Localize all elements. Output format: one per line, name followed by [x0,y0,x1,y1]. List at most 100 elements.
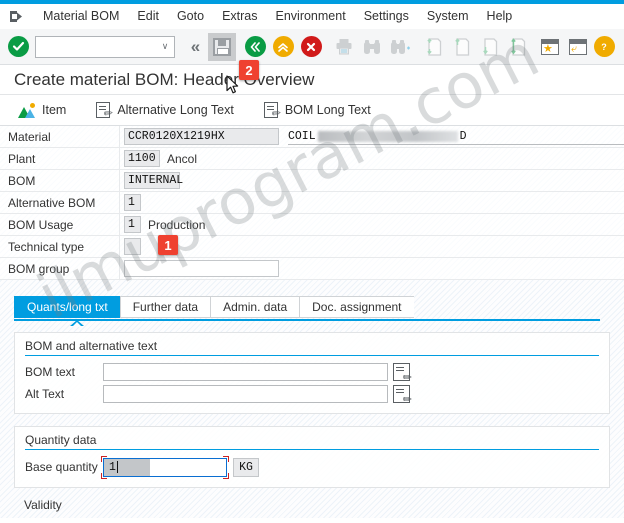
customize-layout-button[interactable]: ⤶ [564,33,592,61]
focus-corner-top-right [223,455,229,462]
bom-label: BOM [0,170,120,191]
alternative-long-text-button[interactable]: ✏ Alternative Long Text [96,102,234,121]
technical-type-input[interactable] [124,238,141,255]
double-chevron-left-glyph [250,41,260,52]
create-shortcut-icon: ★ [541,38,559,55]
form-row-bom: BOM INTERNAL [0,170,624,192]
next-page-icon [482,37,497,56]
alt-text-editor-icon[interactable]: ✏ [393,385,412,406]
find-button[interactable] [358,33,386,61]
base-quantity-field[interactable]: 1 [101,455,229,479]
cancel-button[interactable] [297,33,325,61]
tab-admin-data[interactable]: Admin. data [210,296,300,318]
star-glyph: ★ [543,42,553,55]
bom-alternative-text-group: BOM and alternative text BOM text ✏ Alt … [25,339,599,406]
create-shortcut-button[interactable]: ★ [536,33,564,61]
bom-long-text-button[interactable]: ✏ BOM Long Text [263,102,371,121]
technical-type-label: Technical type [0,236,120,257]
focus-corner-bottom-right [223,472,229,479]
sap-gui-window: Material BOM Edit Goto Extras Environmen… [0,0,624,523]
binoculars-plus-icon [391,39,410,54]
enter-button[interactable] [4,33,32,61]
tab-active-pointer [70,320,84,327]
focus-corner-bottom-left [101,472,107,479]
tab-active-underline [14,319,600,321]
bom-text-row: BOM text ✏ [25,361,599,384]
bom-group-label: BOM group [0,258,120,279]
arrow-glyph: ⤶ [571,42,578,55]
base-quantity-unit[interactable]: KG [233,457,259,477]
last-page-icon [510,37,525,56]
annotation-badge-2: 2 [239,60,259,80]
bom-text-editor-icon[interactable]: ✏ [393,363,412,384]
redacted-description-block [317,130,458,142]
menu-material-bom[interactable]: Material BOM [34,7,128,25]
back-button[interactable] [241,33,269,61]
menu-edit[interactable]: Edit [128,7,168,25]
bom-usage-description: Production [148,217,206,232]
item-button-label: Item [42,103,67,117]
previous-page-button[interactable] [447,33,475,61]
tab-further-data[interactable]: Further data [119,296,211,318]
base-quantity-value: 1 [109,460,116,474]
bom-alternative-text-title: BOM and alternative text [25,339,599,356]
form-row-material: Material CCR0120X1219HX COIL D [0,126,624,148]
first-page-button[interactable] [419,33,447,61]
double-chevron-up-glyph [278,42,288,52]
svg-text:?: ? [601,42,607,52]
bom-text-input[interactable] [103,363,388,381]
alt-text-label: Alt Text [25,387,65,401]
bom-long-text-label: BOM Long Text [284,103,371,117]
tab-doc-assignment[interactable]: Doc. assignment [299,296,414,318]
next-page-button[interactable] [475,33,503,61]
exit-button[interactable] [269,33,297,61]
alternative-bom-label: Alternative BOM [0,192,120,213]
item-overview-icon [18,102,35,118]
help-button[interactable]: ? [592,33,620,61]
menu-extras[interactable]: Extras [213,7,266,25]
command-field[interactable]: ∨ [35,35,175,58]
alternative-bom-value-cell: 1 [120,192,624,213]
tab-quants-long-text[interactable]: Quants/long txt [14,296,120,318]
material-description-suffix: D [459,129,467,143]
bom-usage-label: BOM Usage [0,214,120,235]
first-page-icon [426,37,441,56]
command-input[interactable] [40,37,158,56]
menu-help[interactable]: Help [478,7,522,25]
form-row-plant: Plant 1100 Ancol [0,148,624,170]
alt-text-row: Alt Text ✏ [25,383,599,406]
bom-group-value-cell [120,258,624,279]
alt-text-input[interactable] [103,385,388,403]
base-quantity-input[interactable]: 1 [104,458,150,476]
menu-environment[interactable]: Environment [267,7,355,25]
quantity-data-group: Quantity data Base quantity 1 KG [25,433,599,479]
find-next-button[interactable] [386,33,414,61]
item-button[interactable]: Item [18,102,67,118]
base-quantity-input-box[interactable]: 1 [103,457,227,477]
bom-input[interactable]: INTERNAL [124,172,183,189]
system-menu-icon[interactable] [6,7,26,25]
command-dropdown-icon[interactable]: ∨ [158,41,172,52]
bom-group-input[interactable] [124,260,279,277]
material-input[interactable]: CCR0120X1219HX [124,128,279,145]
last-page-button[interactable] [503,33,531,61]
screen-content: Material CCR0120X1219HX COIL D Plant 110… [0,126,624,518]
focus-corner-top-left [101,455,107,462]
form-row-alternative-bom: Alternative BOM 1 [0,192,624,214]
base-quantity-label: Base quantity [25,460,98,474]
plant-input[interactable]: 1100 [124,150,160,167]
plant-description: Ancol [167,151,198,166]
plant-label: Plant [0,148,120,169]
alternative-bom-input[interactable]: 1 [124,194,141,211]
save-icon [213,37,231,56]
system-toolbar: ∨ « ★ ⤶ ? [0,29,624,94]
menu-goto[interactable]: Goto [168,7,213,25]
validity-label: Validity [24,498,62,512]
menu-settings[interactable]: Settings [355,7,418,25]
bom-usage-input[interactable]: 1 [124,216,141,233]
save-button[interactable] [208,32,236,61]
print-button[interactable] [330,33,358,61]
form-row-technical-type: Technical type [0,236,624,258]
collapse-command-button[interactable]: « [180,33,208,61]
menu-system[interactable]: System [418,7,478,25]
